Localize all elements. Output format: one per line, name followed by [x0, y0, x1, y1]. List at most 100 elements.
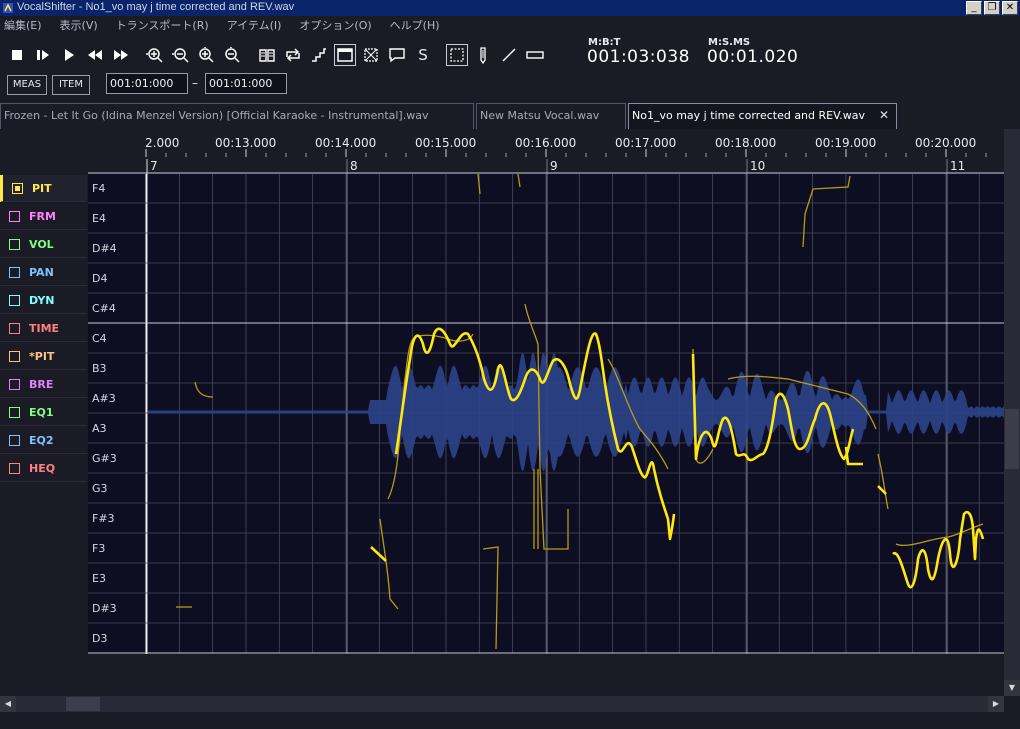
param-label: EQ1	[29, 405, 54, 419]
rewind-button[interactable]	[84, 44, 106, 66]
status-bar	[0, 712, 1020, 729]
stop-button[interactable]	[6, 44, 28, 66]
menu-help[interactable]: ヘルプ(H)	[386, 16, 440, 32]
minimize-button[interactable]: _	[966, 1, 982, 15]
checkbox-icon[interactable]	[9, 462, 20, 474]
close-icon[interactable]: ✕	[879, 108, 889, 122]
checkbox-icon[interactable]	[9, 350, 20, 362]
play-from-start-button[interactable]	[32, 44, 54, 66]
tab-frozen[interactable]: Frozen - Let It Go (Idina Menzel Version…	[0, 103, 474, 129]
menu-option[interactable]: オプション(O)	[295, 16, 371, 32]
tab-no1-vo[interactable]: No1_vo may j time corrected and REV.wav …	[628, 103, 897, 130]
note-label: F#3	[92, 512, 115, 525]
play-from-start-icon	[37, 50, 49, 60]
param-pit[interactable]: PIT	[0, 175, 87, 202]
param-label: HEQ	[29, 461, 56, 475]
comment-icon	[389, 48, 405, 63]
measure-label: 11	[950, 159, 965, 173]
crossout-icon	[364, 48, 378, 62]
checkbox-icon[interactable]	[9, 238, 20, 250]
param-pan[interactable]: PAN	[0, 259, 87, 286]
tab-new-matsu[interactable]: New Matsu Vocal.wav	[476, 103, 626, 129]
zoom-out-vertical-button[interactable]	[221, 44, 243, 66]
vertical-scrollbar[interactable]: ▼	[1004, 129, 1020, 696]
note-label: A3	[92, 422, 107, 435]
scroll-right-icon[interactable]: ▶	[988, 696, 1004, 712]
param-eq1[interactable]: EQ1	[0, 399, 87, 426]
zoom-in-vertical-button[interactable]	[195, 44, 217, 66]
solo-button[interactable]: S	[412, 44, 434, 66]
zoom-in-horizontal-button[interactable]	[143, 44, 165, 66]
solo-icon: S	[418, 46, 428, 64]
checkbox-icon[interactable]	[9, 210, 20, 222]
note-label: E4	[92, 212, 106, 225]
time-label: 00:17.000	[615, 136, 676, 150]
scroll-down-icon[interactable]: ▼	[1004, 680, 1020, 696]
range-end-field[interactable]	[205, 73, 287, 94]
checkbox-icon[interactable]	[9, 406, 20, 418]
param-vol[interactable]: VOL	[0, 231, 87, 258]
eraser-button[interactable]	[524, 44, 546, 66]
tab-label: No1_vo may j time corrected and REV.wav	[632, 109, 865, 122]
horizontal-scrollbar[interactable]: ◀ ▶	[0, 696, 1004, 712]
zoom-out-horizontal-button[interactable]	[169, 44, 191, 66]
param-star-pit[interactable]: *PIT	[0, 343, 87, 370]
line-button[interactable]	[498, 44, 520, 66]
select-rect-button[interactable]	[446, 44, 468, 66]
item-button[interactable]: ITEM	[52, 75, 90, 95]
time-label: 00:15.000	[415, 136, 476, 150]
menu-view[interactable]: 表示(V)	[56, 16, 98, 32]
zoom-out-horizontal-icon	[172, 48, 189, 63]
loop-icon	[286, 48, 300, 62]
scroll-left-icon[interactable]: ◀	[0, 696, 16, 712]
toolbar: S M:B:T 001:03:038 M:S.MS 00:01.020 MEAS…	[0, 32, 1020, 102]
pencil-button[interactable]	[472, 44, 494, 66]
time-label: 00:16.000	[515, 136, 576, 150]
horizontal-scroll-thumb[interactable]	[66, 697, 100, 711]
play-button[interactable]	[58, 44, 80, 66]
note-label: F3	[92, 542, 105, 555]
time-label: 00:18.000	[715, 136, 776, 150]
note-label: D4	[92, 272, 107, 285]
checkbox-icon[interactable]	[9, 434, 20, 446]
checkbox-icon[interactable]	[9, 294, 20, 306]
param-label: BRE	[29, 377, 54, 391]
pitch-editor[interactable]: 2.000 00:13.000 00:14.000 00:15.000 00:16.00…	[88, 129, 1004, 696]
param-frm[interactable]: FRM	[0, 203, 87, 230]
note-label: B3	[92, 362, 107, 375]
menu-edit[interactable]: 編集(E)	[0, 16, 42, 32]
window-button[interactable]	[334, 44, 356, 66]
book-button[interactable]	[256, 44, 278, 66]
loop-button[interactable]	[282, 44, 304, 66]
menu-transport[interactable]: トランスポート(R)	[112, 16, 209, 32]
checkbox-icon[interactable]	[9, 378, 20, 390]
meas-button[interactable]: MEAS	[7, 75, 47, 95]
parameter-sidebar: PIT FRM VOL PAN DYN TIME *PIT BRE EQ1 EQ2 HEQ	[0, 129, 88, 694]
restore-button[interactable]: ❐	[984, 1, 1000, 15]
param-time[interactable]: TIME	[0, 315, 87, 342]
range-start-field[interactable]	[106, 73, 188, 94]
time-label: 2.000	[145, 136, 179, 150]
param-bre[interactable]: BRE	[0, 371, 87, 398]
checkbox-icon[interactable]	[9, 322, 20, 334]
zoom-in-vertical-icon	[199, 47, 214, 63]
checkbox-icon[interactable]	[12, 182, 23, 194]
checkbox-icon[interactable]	[9, 266, 20, 278]
rewind-icon	[88, 50, 102, 60]
lower-pane	[88, 654, 1004, 696]
comment-button[interactable]	[386, 44, 408, 66]
measure-label: 9	[550, 159, 558, 173]
note-label: D#4	[92, 242, 117, 255]
param-eq2[interactable]: EQ2	[0, 427, 87, 454]
note-label: G3	[92, 482, 108, 495]
note-label: A#3	[92, 392, 116, 405]
time-label: 00:20.000	[915, 136, 976, 150]
vertical-scroll-thumb[interactable]	[1005, 409, 1019, 469]
fast-forward-button[interactable]	[110, 44, 132, 66]
param-dyn[interactable]: DYN	[0, 287, 87, 314]
menu-item[interactable]: アイテム(I)	[223, 16, 282, 32]
param-heq[interactable]: HEQ	[0, 455, 87, 482]
crossout-button[interactable]	[360, 44, 382, 66]
close-button[interactable]: ✕	[1002, 1, 1018, 15]
step-button[interactable]	[308, 44, 330, 66]
